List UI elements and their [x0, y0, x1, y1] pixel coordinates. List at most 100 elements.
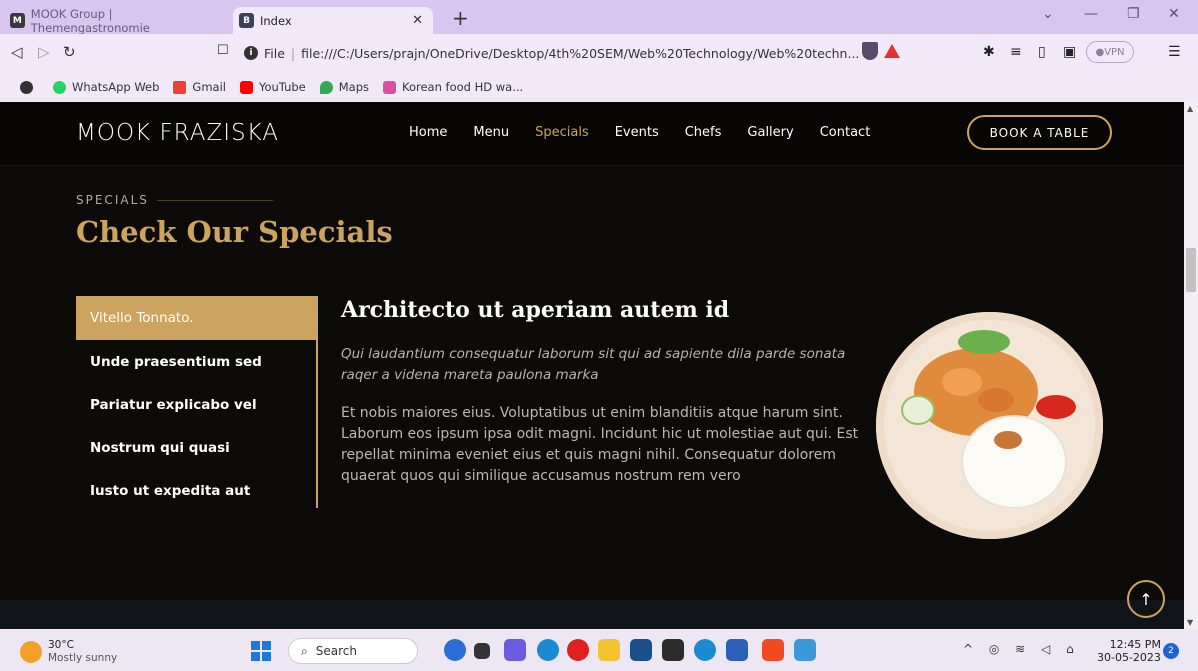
nav-gallery[interactable]: Gallery: [747, 125, 793, 140]
page-scrollbar[interactable]: ▲ ▼: [1184, 102, 1198, 629]
photos-icon[interactable]: [794, 639, 816, 661]
bookmark-youtube[interactable]: YouTube: [239, 80, 306, 94]
scroll-up-icon[interactable]: ▲: [1187, 104, 1193, 113]
brave-rewards-icon[interactable]: [884, 44, 900, 58]
tab-mook-group[interactable]: M MOOK Group | Themengastronomie: [10, 7, 232, 35]
brave-icon: [20, 80, 33, 94]
back-icon[interactable]: ◁: [11, 43, 23, 61]
section-label: SPECIALS: [76, 193, 273, 207]
nav-contact[interactable]: Contact: [820, 125, 871, 140]
site-nav: Home Menu Specials Events Chefs Gallery …: [409, 125, 896, 140]
chicken-piece: [942, 368, 982, 396]
gmail-icon: [173, 80, 187, 94]
weather-widget[interactable]: 30°C Mostly sunny: [20, 639, 117, 665]
bookmark-icon[interactable]: ☐: [217, 43, 229, 58]
menu-icon[interactable]: ☰: [1168, 44, 1181, 60]
site-logo[interactable]: MOOK FRAZISKA: [76, 120, 279, 146]
media-player-icon[interactable]: [567, 639, 589, 661]
vpn-button[interactable]: ● VPN: [1086, 41, 1134, 63]
specials-tab-item[interactable]: Vitello Tonnato.: [76, 296, 316, 340]
specials-tab-item[interactable]: Iusto ut expedita aut: [76, 469, 316, 512]
close-tab-icon[interactable]: ✕: [412, 13, 423, 28]
nav-chefs[interactable]: Chefs: [685, 125, 722, 140]
bookmark-brave[interactable]: [20, 80, 39, 94]
sticky-notes-icon[interactable]: [662, 639, 684, 661]
playlist-icon[interactable]: ≡: [1010, 44, 1022, 60]
specials-tab-item[interactable]: Nostrum qui quasi: [76, 426, 316, 469]
sun-icon: [20, 641, 42, 663]
section-label-line: [156, 199, 273, 201]
teams-icon[interactable]: [504, 639, 526, 661]
specials-tab-item[interactable]: Unde praesentium sed: [76, 340, 316, 383]
clock-time: 12:45 PM: [1109, 638, 1161, 651]
nav-menu[interactable]: Menu: [473, 125, 509, 140]
bing-icon[interactable]: [444, 639, 466, 661]
restore-icon[interactable]: ❐: [1127, 6, 1140, 22]
bookmark-whatsapp[interactable]: WhatsApp Web: [53, 80, 159, 94]
rice-mound: [961, 415, 1067, 509]
bookmark-gmail[interactable]: Gmail: [173, 80, 226, 94]
scroll-down-icon[interactable]: ▼: [1187, 618, 1193, 627]
nav-specials[interactable]: Specials: [535, 125, 589, 140]
next-section-strip: [0, 600, 1184, 629]
edge-icon[interactable]: [537, 639, 559, 661]
new-tab-icon[interactable]: +: [452, 6, 469, 30]
section-title: Check Our Specials: [76, 215, 393, 249]
url-field[interactable]: i File | file:///C:/Users/prajn/OneDrive…: [244, 39, 904, 67]
fried-onion-topping: [994, 431, 1022, 449]
picsart-icon: [383, 80, 396, 94]
bookmark-label: YouTube: [258, 80, 306, 94]
url-prefix: File: [264, 45, 285, 61]
file-explorer-icon[interactable]: [598, 639, 620, 661]
wallet-icon[interactable]: ▣: [1063, 44, 1076, 60]
edge-dev-icon[interactable]: [694, 639, 716, 661]
search-placeholder: Search: [315, 644, 357, 658]
special-detail-subtitle: Qui laudantium consequatur laborum sit q…: [341, 346, 846, 383]
back-to-top-button[interactable]: ↑: [1127, 580, 1165, 618]
section-label-text: SPECIALS: [76, 193, 149, 207]
site-header: MOOK FRAZISKA Home Menu Specials Events …: [0, 102, 1184, 166]
book-a-table-button[interactable]: BOOK A TABLE: [967, 115, 1112, 150]
nav-home[interactable]: Home: [409, 125, 447, 140]
url-separator: |: [290, 45, 296, 61]
system-tray-icons[interactable]: ^ ◎ ≋ ◁ ⌂: [963, 642, 1080, 656]
bookmark-maps[interactable]: Maps: [319, 80, 369, 94]
store-icon[interactable]: [630, 639, 652, 661]
tomato-slice: [1036, 395, 1076, 419]
search-icon: ⌕: [301, 643, 308, 658]
task-view-icon[interactable]: [474, 643, 490, 659]
vpn-label: VPN: [1104, 46, 1125, 58]
clock-date: 30-05-2023: [1097, 651, 1161, 664]
notification-badge[interactable]: 2: [1163, 643, 1179, 659]
sidebar-icon[interactable]: ▯: [1038, 44, 1046, 60]
info-icon[interactable]: i: [244, 46, 258, 60]
arrow-up-icon: ↑: [1139, 589, 1153, 609]
weather-condition: Mostly sunny: [48, 652, 118, 664]
forward-icon[interactable]: ▷: [38, 43, 50, 61]
specials-tab-item[interactable]: Pariatur explicabo vel: [76, 383, 316, 426]
dish-illustration: [901, 330, 1076, 509]
brave-taskbar-icon[interactable]: [762, 639, 784, 661]
nav-events[interactable]: Events: [615, 125, 659, 140]
tab-index[interactable]: B Index ✕: [233, 7, 433, 34]
scrollbar-thumb[interactable]: [1186, 248, 1196, 292]
maps-icon: [319, 80, 333, 94]
close-window-icon[interactable]: ✕: [1168, 6, 1180, 22]
minimize-icon[interactable]: —: [1084, 6, 1098, 22]
taskbar-clock[interactable]: 12:45 PM 30-05-2023: [1097, 638, 1161, 664]
address-bar-row: ◁ ▷ ↻ ☐ i File | file:///C:/Users/prajn/…: [0, 34, 1198, 72]
brave-shield-icon[interactable]: [862, 42, 878, 60]
reload-icon[interactable]: ↻: [63, 43, 76, 61]
extensions-icon[interactable]: ✱: [983, 44, 995, 60]
bookmark-label: Gmail: [192, 80, 226, 94]
taskbar-search[interactable]: ⌕ Search: [288, 638, 418, 664]
word-icon[interactable]: [726, 639, 748, 661]
chicken-piece: [978, 388, 1014, 412]
browser-tab-bar: M MOOK Group | Themengastronomie B Index…: [0, 0, 1198, 35]
whatsapp-icon: [53, 80, 66, 94]
windows-start-icon[interactable]: [251, 641, 271, 661]
bootstrap-favicon-icon: B: [239, 13, 254, 28]
bookmark-korean-food[interactable]: Korean food HD wa...: [383, 80, 523, 94]
chevron-down-icon[interactable]: ⌄: [1042, 6, 1054, 22]
mook-favicon-icon: M: [10, 13, 25, 28]
